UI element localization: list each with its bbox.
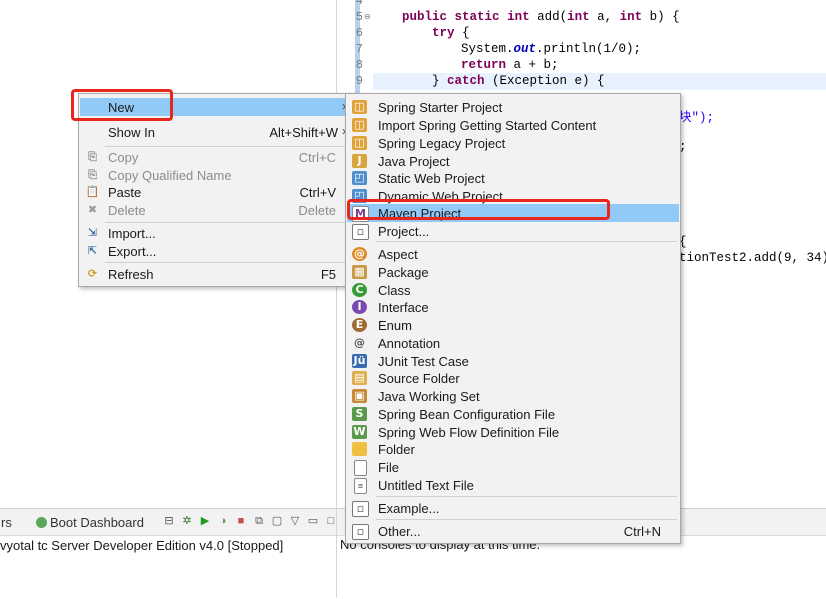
menu-item-import[interactable]: ⇲ Import... xyxy=(80,224,350,242)
fold-collapse-icon[interactable]: ⊖ xyxy=(364,12,371,21)
menu-item-show-in[interactable]: Show In Alt+Shift+W › xyxy=(80,123,350,141)
menu-item-import-spring-content[interactable]: ◫ Import Spring Getting Started Content xyxy=(347,116,679,134)
menu-item-export[interactable]: ⇱ Export... xyxy=(80,242,350,260)
maximize-icon[interactable]: □ xyxy=(324,514,338,528)
line-number: 5 xyxy=(355,10,363,24)
menu-item-java-working-set[interactable]: ▣ Java Working Set xyxy=(347,387,679,405)
code-line-9: } catch (Exception e) { xyxy=(432,74,605,88)
menu-item-spring-bean-config[interactable]: S Spring Bean Configuration File xyxy=(347,405,679,423)
paste-icon: 📋 xyxy=(85,185,100,198)
menu-item-static-web-project[interactable]: ◰ Static Web Project xyxy=(347,169,679,187)
spring-legacy-icon: ◫ xyxy=(352,136,367,150)
menu-item-class[interactable]: C Class xyxy=(347,281,679,299)
publish-icon[interactable]: ⧉ xyxy=(252,514,266,528)
view-toolbar: ⊟ ✲ ▶ ◑ ■ ⧉ ▢ ▽ ▭ □ xyxy=(162,514,338,528)
line-number: 9 xyxy=(355,74,363,88)
delete-icon: ✖ xyxy=(87,203,98,216)
line-number: 6 xyxy=(355,26,363,40)
menu-item-annotation[interactable]: @ Annotation xyxy=(347,334,679,352)
code-line-8: return a + b; xyxy=(461,58,559,72)
copy-icon: ⎘ xyxy=(88,150,97,163)
annotation-icon: @ xyxy=(354,336,365,349)
spring-bean-icon: S xyxy=(352,407,367,421)
menu-item-spring-legacy-project[interactable]: ◫ Spring Legacy Project xyxy=(347,134,679,152)
tab-servers[interactable]: rs xyxy=(1,515,12,530)
menu-item-delete[interactable]: ✖ Delete Delete xyxy=(80,201,350,219)
menu-item-folder[interactable]: ▬ Folder xyxy=(347,440,679,458)
copy-qualified-icon: ⎘ xyxy=(88,168,97,181)
folder-icon: ▬ xyxy=(352,442,367,456)
junit-icon: Jü xyxy=(352,354,367,368)
menu-item-junit-test-case[interactable]: Jü JUnit Test Case xyxy=(347,352,679,370)
package-icon: ▦ xyxy=(352,265,367,279)
minimize-icon[interactable]: ▭ xyxy=(306,514,320,528)
interface-icon: I xyxy=(352,300,367,314)
menu-item-file[interactable]: File xyxy=(347,458,679,476)
menu-item-project[interactable]: ▫ Project... xyxy=(347,222,679,240)
spring-import-icon: ◫ xyxy=(352,118,367,132)
text-file-icon: ≡ xyxy=(352,478,367,494)
menu-item-interface[interactable]: I Interface xyxy=(347,298,679,316)
context-menu: New › Show In Alt+Shift+W › ⎘ Copy Ctrl+… xyxy=(78,93,352,287)
server-entry[interactable]: vyotal tc Server Developer Edition v4.0 … xyxy=(0,538,283,553)
code-fragment: tionTest2.add(9, 34)); xyxy=(679,251,826,265)
menu-separator xyxy=(376,496,677,497)
menu-item-example[interactable]: ▫ Example... xyxy=(347,499,679,517)
menu-item-copy-qualified-name[interactable]: ⎘ Copy Qualified Name xyxy=(80,166,350,184)
menu-item-copy[interactable]: ⎘ Copy Ctrl+C xyxy=(80,148,350,166)
menu-separator xyxy=(105,262,348,263)
menu-item-spring-web-flow[interactable]: W Spring Web Flow Definition File xyxy=(347,423,679,441)
refresh-icon: ⟳ xyxy=(87,267,98,280)
menu-separator xyxy=(376,519,677,520)
menu-item-untitled-text-file[interactable]: ≡ Untitled Text File xyxy=(347,476,679,494)
enum-icon: E xyxy=(352,318,367,332)
export-icon: ⇱ xyxy=(87,244,98,257)
menu-item-package[interactable]: ▦ Package xyxy=(347,263,679,281)
start-icon[interactable]: ▶ xyxy=(198,514,212,528)
menu-item-refresh[interactable]: ⟳ Refresh F5 xyxy=(80,265,350,283)
code-fragment: 块"); xyxy=(679,111,715,125)
highlight-callout-new xyxy=(71,89,173,121)
java-project-icon: J xyxy=(352,154,367,168)
static-web-icon: ◰ xyxy=(352,171,367,185)
working-set-icon: ▣ xyxy=(352,389,367,403)
clean-icon[interactable]: ▢ xyxy=(270,514,284,528)
boot-dashboard-icon xyxy=(36,517,47,528)
menu-item-spring-starter-project[interactable]: ◫ Spring Starter Project xyxy=(347,98,679,116)
servers-view-tabs: rs Boot Dashboard ⊟ ✲ ▶ ◑ ■ ⧉ ▢ ▽ ▭ □ xyxy=(0,508,336,536)
highlight-callout-maven xyxy=(347,199,610,220)
collapse-icon[interactable]: ⊟ xyxy=(162,514,176,528)
menu-separator xyxy=(105,146,348,147)
menu-separator xyxy=(376,241,677,242)
tab-boot-dashboard[interactable]: Boot Dashboard xyxy=(50,515,144,530)
menu-separator xyxy=(105,222,348,223)
debug-icon[interactable]: ✲ xyxy=(180,514,194,528)
menu-item-paste[interactable]: 📋 Paste Ctrl+V xyxy=(80,183,350,201)
import-icon: ⇲ xyxy=(87,226,98,239)
menu-item-other[interactable]: ▫ Other... Ctrl+N xyxy=(347,522,679,540)
menu-item-aspect[interactable]: @ Aspect xyxy=(347,245,679,263)
example-icon: ▫ xyxy=(352,501,369,517)
spring-starter-icon: ◫ xyxy=(352,100,367,114)
line-number: 7 xyxy=(355,42,363,56)
spring-webflow-icon: W xyxy=(352,425,367,439)
menu-item-enum[interactable]: E Enum xyxy=(347,316,679,334)
line-number: 4 xyxy=(355,0,363,8)
stop-icon[interactable]: ■ xyxy=(234,514,248,528)
code-line-5: public static int add(int a, int b) { xyxy=(402,10,680,24)
source-folder-icon: ▤ xyxy=(352,371,367,385)
new-submenu: ◫ Spring Starter Project ◫ Import Spring… xyxy=(345,93,681,544)
menu-item-source-folder[interactable]: ▤ Source Folder xyxy=(347,369,679,387)
code-line-6: try { xyxy=(432,26,470,40)
other-icon: ▫ xyxy=(352,524,369,540)
profile-icon[interactable]: ◑ xyxy=(216,514,230,528)
project-icon: ▫ xyxy=(352,224,369,240)
file-icon xyxy=(352,460,367,476)
line-number: 8 xyxy=(355,58,363,72)
view-menu-icon[interactable]: ▽ xyxy=(288,514,302,528)
class-icon: C xyxy=(352,283,367,297)
aspect-icon: @ xyxy=(352,247,367,261)
code-line-7: System.out.println(1/0); xyxy=(461,42,642,56)
menu-item-java-project[interactable]: J Java Project xyxy=(347,152,679,170)
